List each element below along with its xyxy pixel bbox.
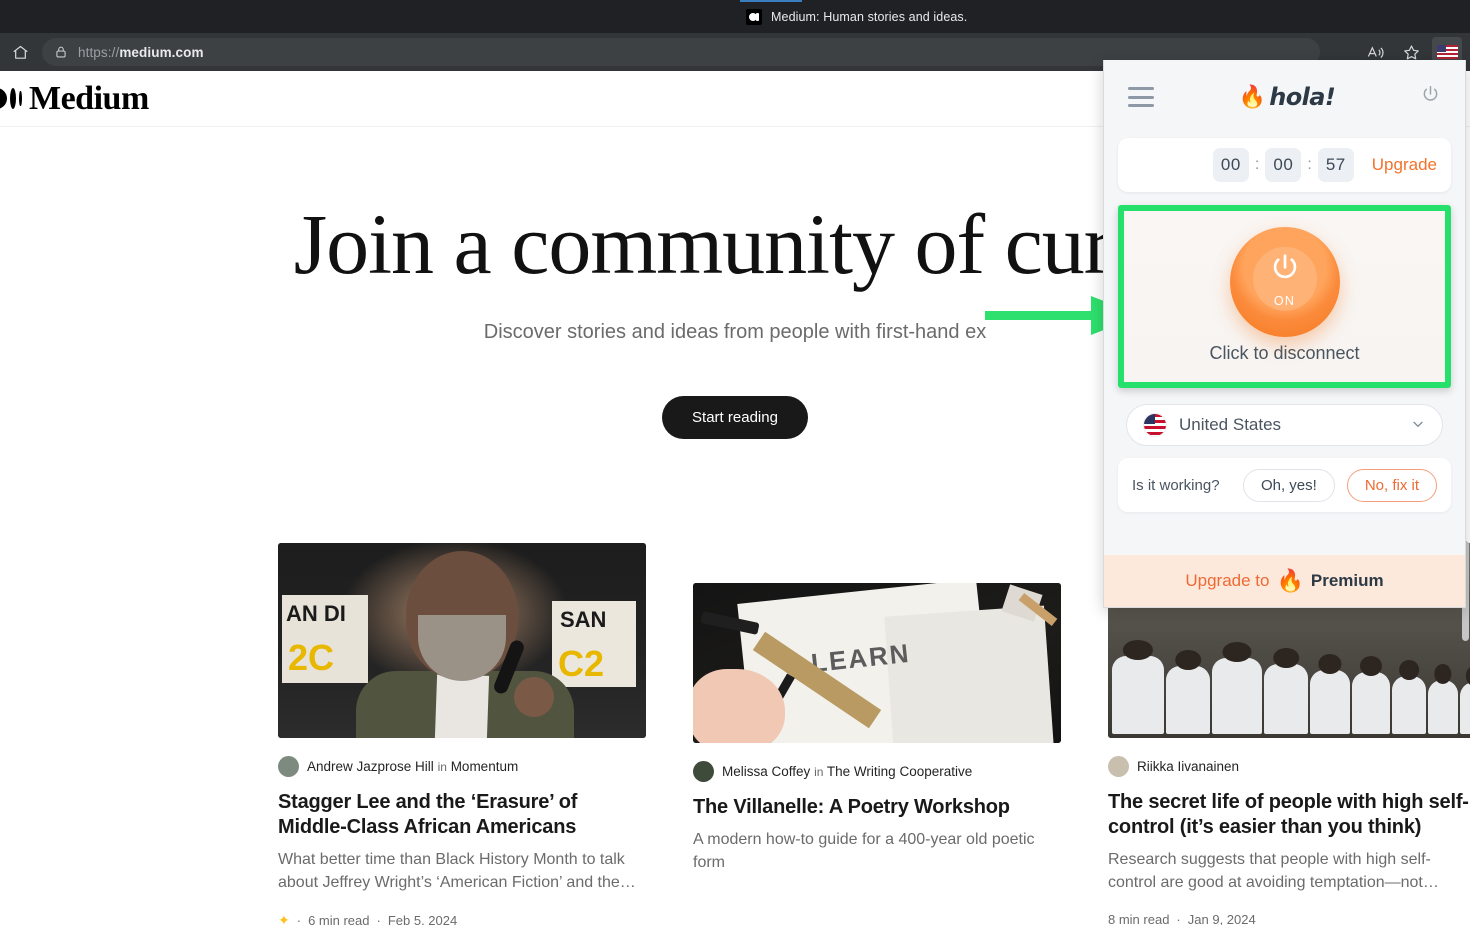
fire-emoji-icon: 🔥 [1238,84,1267,109]
speaker-photo: AN DI 2C SAN C2 [278,543,646,738]
selected-country-label: United States [1179,415,1282,434]
article-byline[interactable]: Andrew Jazprose Hill in Momentum [278,756,646,777]
article-title[interactable]: The secret life of people with high self… [1108,790,1470,840]
medium-logo-text: Medium [29,79,149,117]
member-star-icon: ✦ [278,912,290,925]
upgrade-to-premium-banner[interactable]: Upgrade to 🔥 Premium [1104,555,1465,607]
medium-logo[interactable]: Medium [0,79,149,117]
article-excerpt: Research suggests that people with high … [1108,851,1439,892]
start-reading-button[interactable]: Start reading [662,396,808,439]
timer-seconds: 57 [1317,148,1354,182]
meta-dot: · [1176,912,1181,925]
feedback-card: Is it working? Oh, yes! No, fix it [1118,458,1451,512]
country-selector[interactable]: United States [1126,404,1443,446]
in-word: in [437,760,447,774]
byline-text: Melissa Coffey in The Writing Cooperativ… [722,764,972,779]
power-icon [1268,251,1302,290]
medium-favicon-icon [746,8,762,25]
notebook-learn-photo: LEARN [693,583,1061,743]
avatar [278,756,299,777]
meta-dot: · [376,913,381,925]
article-excerpt: A modern how-to guide for a 400-year old… [693,831,1035,872]
us-flag-icon [1436,45,1458,59]
avatar [693,761,714,782]
article-meta: ✦ · 6 min read · Feb 5, 2024 [278,912,646,925]
timer-hours: 00 [1212,148,1249,182]
article-byline[interactable]: Riikka Iivanainen [1108,756,1470,777]
article-byline[interactable]: Melissa Coffey in The Writing Cooperativ… [693,761,1061,782]
lock-icon [54,45,68,59]
article-excerpt: What better time than Black History Mont… [278,851,636,892]
home-icon[interactable] [5,37,35,67]
vpn-power-toggle-button[interactable]: ON [1229,227,1340,337]
publish-date: Feb 5, 2024 [387,913,458,925]
session-timer-card: 00 : 00 : 57 Upgrade [1118,138,1451,192]
hola-vpn-popup-panel: 🔥 hola! 00 : 00 : 57 Upgrade ON Click to… [1103,60,1466,608]
publication-name[interactable]: Momentum [451,759,519,774]
article-card[interactable]: LEARN Melissa Coffey in The Writing Coop… [693,583,1061,925]
address-bar-url: https://medium.com [78,44,204,60]
feedback-yes-button[interactable]: Oh, yes! [1242,468,1335,502]
in-word: in [814,765,824,779]
medium-logo-mark-icon [0,86,24,112]
browser-tab-medium[interactable]: Medium: Human stories and ideas. [736,0,977,33]
publish-date: Jan 9, 2024 [1187,912,1256,925]
fire-emoji-icon: 🔥 [1276,568,1304,593]
feedback-no-button[interactable]: No, fix it [1346,468,1437,502]
article-meta: 8 min read · Jan 9, 2024 [1108,912,1470,925]
avatar [1108,756,1129,777]
byline-text: Riikka Iivanainen [1137,759,1239,774]
article-thumbnail[interactable]: LEARN [693,583,1061,743]
author-name[interactable]: Andrew Jazprose Hill [307,759,434,774]
vpn-toggle-hint: Click to disconnect [1209,343,1360,363]
meta-dot: · [296,913,302,925]
publication-name[interactable]: The Writing Cooperative [827,764,972,779]
article-title[interactable]: Stagger Lee and the ‘Erasure’ of Middle-… [278,790,646,840]
screenshot-root: Medium: Human stories and ideas. https:/… [0,0,1470,925]
feedback-question: Is it working? [1132,476,1220,494]
connection-toggle-highlight: ON Click to disconnect [1118,205,1451,388]
hamburger-menu-icon[interactable] [1128,87,1154,107]
timer-separator: : [1307,156,1312,173]
vpn-panel-header: 🔥 hola! [1104,60,1465,134]
article-thumbnail[interactable]: AN DI 2C SAN C2 [278,543,646,738]
upgrade-link[interactable]: Upgrade [1372,155,1437,175]
article-card[interactable]: AN DI 2C SAN C2 Andrew Jazprose Hill in … [278,543,646,925]
chevron-down-icon [1410,416,1426,435]
us-flag-icon [1143,413,1167,437]
author-name[interactable]: Riikka Iivanainen [1137,759,1239,774]
timer-separator: : [1254,156,1260,173]
read-time: 8 min read [1108,912,1170,925]
hola-brand-logo: 🔥 hola! [1238,83,1336,111]
article-title[interactable]: The Villanelle: A Poetry Workshop [693,795,1061,820]
read-time: 6 min read [308,913,370,925]
timer-minutes: 00 [1265,148,1302,182]
premium-prefix-label: Upgrade to [1185,571,1270,590]
browser-tab-strip: Medium: Human stories and ideas. [0,0,1470,33]
premium-label: Premium [1310,571,1384,590]
author-name[interactable]: Melissa Coffey [722,764,810,779]
hola-brand-text: hola! [1269,83,1336,111]
browser-tab-title: Medium: Human stories and ideas. [771,9,968,24]
vpn-state-label: ON [1273,293,1296,308]
byline-text: Andrew Jazprose Hill in Momentum [307,759,518,774]
power-icon[interactable] [1420,84,1441,110]
